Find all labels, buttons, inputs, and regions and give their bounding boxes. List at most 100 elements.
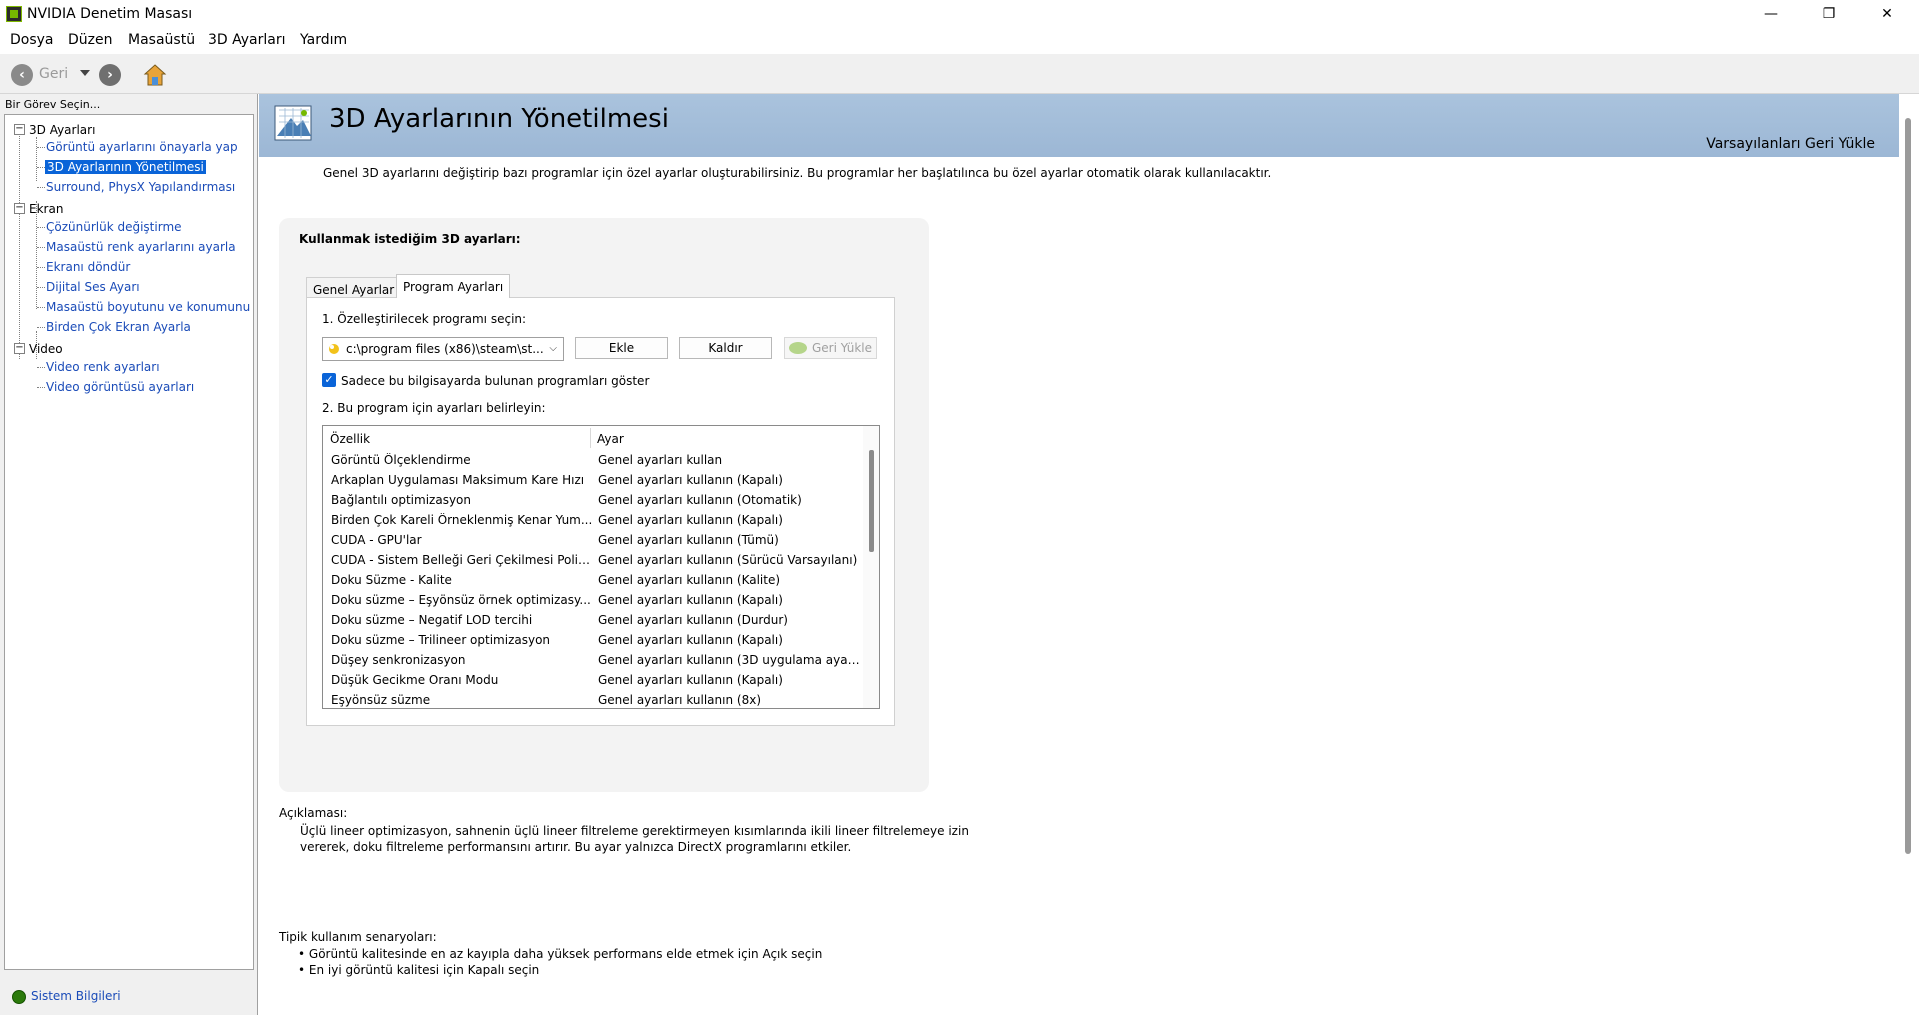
feature-cell: Bağlantılı optimizasyon bbox=[331, 493, 471, 507]
feature-cell: Düşey senkronizasyon bbox=[331, 653, 466, 667]
close-button[interactable]: ✕ bbox=[1858, 0, 1916, 28]
tree-item-rotate-display[interactable]: Ekranı döndür bbox=[46, 260, 130, 274]
task-panel: Bir Görev Seçin... − 3D Ayarları Görüntü… bbox=[0, 94, 258, 1015]
tree-connector bbox=[37, 247, 45, 248]
table-row[interactable]: Birden Çok Kareli Örneklenmiş Kenar Yum.… bbox=[323, 510, 863, 530]
page-banner: 3D Ayarlarının Yönetilmesi Varsayılanlar… bbox=[259, 94, 1899, 157]
setting-cell[interactable]: Genel ayarları kullanın (Sürücü Varsayıl… bbox=[598, 553, 861, 567]
table-row[interactable]: Bağlantılı optimizasyon Genel ayarları ku… bbox=[323, 490, 863, 510]
setting-cell[interactable]: Genel ayarları kullanın (Kapalı) bbox=[598, 633, 861, 647]
add-button[interactable]: Ekle bbox=[575, 337, 668, 359]
table-row[interactable]: Eşyönsüz süzme Genel ayarları kullanın (8… bbox=[323, 690, 863, 708]
menu-desktop[interactable]: Masaüstü bbox=[128, 32, 195, 48]
table-row[interactable]: Doku süzme – Eşyönsüz örnek optimizasy..… bbox=[323, 590, 863, 610]
setting-cell[interactable]: Genel ayarları kullanın (8x) bbox=[598, 693, 861, 707]
tab-program-settings[interactable]: Program Ayarları bbox=[396, 274, 511, 298]
tree-section-3d-settings[interactable]: 3D Ayarları bbox=[29, 123, 95, 137]
minimize-button[interactable]: — bbox=[1742, 0, 1800, 28]
restore-defaults-link[interactable]: Varsayılanları Geri Yükle bbox=[1706, 136, 1875, 152]
table-row[interactable]: Düşey senkronizasyon Genel ayarları kulla… bbox=[323, 650, 863, 670]
back-arrow-icon[interactable]: ‹ bbox=[11, 64, 33, 86]
settings-list: Özellik Ayar Görüntü Ölçeklendirme Genel … bbox=[322, 425, 880, 709]
list-scroll-thumb[interactable] bbox=[869, 450, 874, 552]
only-installed-checkbox[interactable]: ✓ bbox=[322, 373, 336, 387]
window-title: NVIDIA Denetim Masası bbox=[27, 6, 193, 22]
setting-cell[interactable]: Genel ayarları kullanın (3D uygulama aya… bbox=[598, 653, 861, 667]
tree-item-desktop-color[interactable]: Masaüstü renk ayarlarını ayarla bbox=[46, 240, 236, 254]
main-vertical-scrollbar[interactable] bbox=[1905, 118, 1911, 854]
table-row[interactable]: Doku süzme – Negatif LOD tercihi Genel ay… bbox=[323, 610, 863, 630]
nvidia-eye-icon bbox=[789, 342, 807, 354]
maximize-button[interactable]: ❐ bbox=[1800, 0, 1858, 28]
page-title: 3D Ayarlarının Yönetilmesi bbox=[329, 104, 669, 134]
tree-item-video-image[interactable]: Video görüntüsü ayarları bbox=[46, 380, 194, 394]
main-content: 3D Ayarlarının Yönetilmesi Varsayılanlar… bbox=[259, 94, 1919, 1015]
setting-cell[interactable]: Genel ayarları kullan bbox=[598, 453, 861, 467]
tree-item-digital-audio[interactable]: Dijital Ses Ayarı bbox=[46, 280, 140, 294]
table-row[interactable]: CUDA - Sistem Belleği Geri Çekilmesi Pol… bbox=[323, 550, 863, 570]
table-row[interactable]: Doku Süzme - Kalite Genel ayarları kullan… bbox=[323, 570, 863, 590]
tree-connector bbox=[36, 201, 37, 309]
setting-cell[interactable]: Genel ayarları kullanın (Otomatik) bbox=[598, 493, 861, 507]
setting-cell[interactable]: Genel ayarları kullanın (Kalite) bbox=[598, 573, 861, 587]
tree-connector bbox=[37, 307, 45, 308]
tree-connector bbox=[37, 267, 45, 268]
tree-connector bbox=[37, 167, 45, 168]
table-row[interactable]: Arkaplan Uygulaması Maksimum Kare Hızı Ge… bbox=[323, 470, 863, 490]
feature-cell: Doku süzme – Negatif LOD tercihi bbox=[331, 613, 533, 627]
list-vertical-scrollbar[interactable] bbox=[863, 426, 879, 708]
tree-section-video[interactable]: Video bbox=[29, 342, 63, 356]
collapse-display-icon[interactable]: − bbox=[14, 203, 25, 214]
restore-program-button[interactable]: Geri Yükle bbox=[784, 337, 877, 359]
step2-label: 2. Bu program için ayarları belirleyin: bbox=[322, 401, 546, 415]
menu-3d-settings[interactable]: 3D Ayarları bbox=[208, 32, 286, 48]
column-separator[interactable] bbox=[590, 428, 591, 448]
table-row[interactable]: Düşük Gecikme Oranı Modu Genel ayarları k… bbox=[323, 670, 863, 690]
task-header: Bir Görev Seçin... bbox=[5, 98, 101, 111]
tree-item-desktop-size-position[interactable]: Masaüstü boyutunu ve konumunu ay bbox=[46, 300, 253, 314]
collapse-3d-settings-icon[interactable]: − bbox=[14, 124, 25, 135]
tree-item-preview-image-settings[interactable]: Görüntü ayarlarını önayarla yap bbox=[46, 140, 238, 154]
table-row[interactable]: Doku süzme – Trilineer optimizasyon Genel… bbox=[323, 630, 863, 650]
settings-group: Kullanmak istediğim 3D ayarları: Genel A… bbox=[279, 218, 929, 792]
menu-edit[interactable]: Düzen bbox=[68, 32, 113, 48]
only-installed-label[interactable]: Sadece bu bilgisayarda bulunan programla… bbox=[341, 374, 649, 388]
remove-button[interactable]: Kaldır bbox=[679, 337, 772, 359]
back-history-dropdown-icon[interactable] bbox=[80, 70, 90, 76]
system-info-label[interactable]: Sistem Bilgileri bbox=[31, 989, 121, 1003]
tree-connector bbox=[37, 287, 45, 288]
setting-cell[interactable]: Genel ayarları kullanın (Tümü) bbox=[598, 533, 861, 547]
usage-item: • Görüntü kalitesinde en az kayıpla daha… bbox=[298, 947, 823, 961]
feature-cell: Doku süzme – Eşyönsüz örnek optimizasy..… bbox=[331, 593, 591, 607]
tree-item-manage-3d-settings[interactable]: 3D Ayarlarının Yönetilmesi bbox=[45, 160, 206, 174]
chevron-down-icon[interactable]: ⌵ bbox=[549, 343, 557, 354]
setting-cell[interactable]: Genel ayarları kullanın (Durdur) bbox=[598, 613, 861, 627]
setting-cell[interactable]: Genel ayarları kullanın (Kapalı) bbox=[598, 673, 861, 687]
tree-section-display[interactable]: Ekran bbox=[29, 202, 63, 216]
forward-arrow-icon[interactable]: › bbox=[99, 64, 121, 86]
setting-cell[interactable]: Genel ayarları kullanın (Kapalı) bbox=[598, 593, 861, 607]
feature-cell: CUDA - GPU'lar bbox=[331, 533, 422, 547]
tree-item-video-color[interactable]: Video renk ayarları bbox=[46, 360, 160, 374]
menu-file[interactable]: Dosya bbox=[10, 32, 54, 48]
tree-item-multiple-displays[interactable]: Birden Çok Ekran Ayarla bbox=[46, 320, 191, 334]
system-info-icon bbox=[12, 990, 26, 1004]
menu-help[interactable]: Yardım bbox=[300, 32, 347, 48]
setting-cell[interactable]: Genel ayarları kullanın (Kapalı) bbox=[598, 513, 861, 527]
column-header-feature[interactable]: Özellik bbox=[330, 432, 370, 446]
column-header-setting[interactable]: Ayar bbox=[597, 432, 624, 446]
tree-item-surround-physx[interactable]: Surround, PhysX Yapılandırması bbox=[46, 180, 235, 194]
feature-cell: Birden Çok Kareli Örneklenmiş Kenar Yum.… bbox=[331, 513, 593, 527]
back-button-label[interactable]: Geri bbox=[39, 66, 68, 82]
program-settings-panel: 1. Özelleştirilecek programı seçin: c:\p… bbox=[306, 297, 895, 726]
tree-connector bbox=[37, 187, 45, 188]
tree-item-change-resolution[interactable]: Çözünürlük değiştirme bbox=[46, 220, 182, 234]
description-label: Açıklaması: bbox=[279, 806, 348, 820]
home-icon[interactable] bbox=[143, 63, 167, 87]
setting-cell[interactable]: Genel ayarları kullanın (Kapalı) bbox=[598, 473, 861, 487]
table-row[interactable]: Görüntü Ölçeklendirme Genel ayarları kull… bbox=[323, 450, 863, 470]
program-select[interactable]: c:\program files (x86)\steam\st... ⌵ bbox=[322, 337, 564, 361]
tab-global-settings[interactable]: Genel Ayarlar bbox=[306, 277, 402, 298]
table-row[interactable]: CUDA - GPU'lar Genel ayarları kullanın (T… bbox=[323, 530, 863, 550]
collapse-video-icon[interactable]: − bbox=[14, 343, 25, 354]
